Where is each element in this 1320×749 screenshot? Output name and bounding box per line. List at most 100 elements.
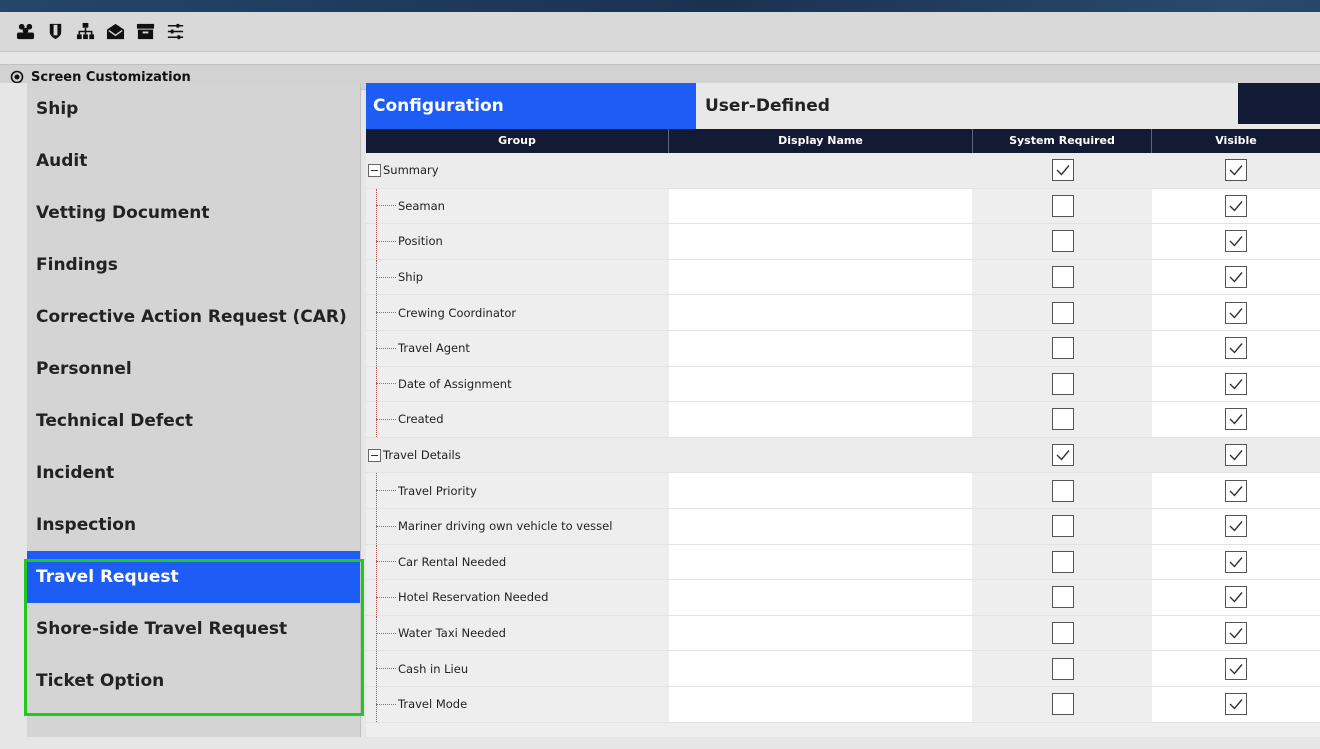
display-name-input[interactable] <box>669 259 972 295</box>
system-required-checkbox[interactable] <box>1051 194 1074 217</box>
system-required-checkbox[interactable] <box>1051 479 1074 502</box>
visible-checkbox[interactable] <box>1225 657 1247 680</box>
table-row[interactable]: Created <box>366 402 1320 438</box>
system-required-checkbox[interactable] <box>1051 230 1074 253</box>
visible-checkbox[interactable] <box>1225 550 1247 573</box>
system-required-checkbox[interactable] <box>1051 444 1074 467</box>
display-name-input[interactable] <box>669 402 972 437</box>
table-row[interactable]: Position <box>366 224 1320 260</box>
display-name-input[interactable] <box>669 544 972 580</box>
table-row[interactable]: Travel Mode <box>366 686 1320 723</box>
group-row[interactable]: Travel Details <box>366 437 1320 474</box>
tree-connector <box>376 205 396 207</box>
sidebar-item-ship[interactable]: Ship <box>27 83 360 135</box>
visible-checkbox[interactable] <box>1225 622 1247 645</box>
table-row[interactable]: Mariner driving own vehicle to vessel <box>366 508 1320 545</box>
row-label: Car Rental Needed <box>398 554 507 569</box>
display-name-input[interactable] <box>669 330 972 366</box>
table-row[interactable]: Seaman <box>366 188 1320 225</box>
sidebar-item-travel-request[interactable]: Travel Request <box>27 551 360 603</box>
table-row[interactable]: Cash in Lieu <box>366 651 1320 687</box>
visible-checkbox[interactable] <box>1225 337 1247 360</box>
display-name-input[interactable] <box>669 188 972 224</box>
group-row[interactable]: Summary <box>366 153 1320 189</box>
visible-checkbox[interactable] <box>1225 693 1247 716</box>
envelope-open-icon[interactable] <box>106 22 125 41</box>
table-row[interactable]: Date of Assignment <box>366 366 1320 403</box>
display-name-input[interactable] <box>669 686 972 722</box>
visible-checkbox[interactable] <box>1225 586 1247 609</box>
column-header-system-required[interactable]: System Required <box>973 129 1152 153</box>
display-name-input[interactable] <box>669 473 972 508</box>
sidebar-item-technical-defect[interactable]: Technical Defect <box>27 395 360 447</box>
system-required-checkbox[interactable] <box>1051 586 1074 609</box>
sidebar-item-shore-side-travel-request[interactable]: Shore-side Travel Request <box>27 603 360 655</box>
table-row[interactable]: Hotel Reservation Needed <box>366 580 1320 616</box>
display-name-input[interactable] <box>669 295 972 330</box>
display-name-input[interactable] <box>669 508 972 544</box>
visible-checkbox[interactable] <box>1225 301 1247 324</box>
sidebar-item-vetting-document[interactable]: Vetting Document <box>27 187 360 239</box>
system-required-checkbox[interactable] <box>1051 372 1074 395</box>
display-name-input[interactable] <box>669 366 972 402</box>
display-name-input <box>669 153 972 188</box>
system-required-checkbox[interactable] <box>1051 550 1074 573</box>
column-header-display-name[interactable]: Display Name <box>669 129 973 153</box>
visible-checkbox[interactable] <box>1225 479 1247 502</box>
users-icon[interactable] <box>16 22 35 41</box>
sidebar-item-personnel[interactable]: Personnel <box>27 343 360 395</box>
visible-checkbox[interactable] <box>1225 444 1247 467</box>
sidebar-item-incident[interactable]: Incident <box>27 447 360 499</box>
visible-checkbox[interactable] <box>1225 372 1247 395</box>
sidebar-item-inspection[interactable]: Inspection <box>27 499 360 551</box>
system-required-checkbox[interactable] <box>1051 337 1074 360</box>
tree-connector <box>376 490 396 492</box>
tree-connector <box>376 668 396 670</box>
sidebar-item-corrective-action-request-car[interactable]: Corrective Action Request (CAR) <box>27 291 360 343</box>
system-required-checkbox[interactable] <box>1051 301 1074 324</box>
display-name-input[interactable] <box>669 651 972 686</box>
table-row[interactable]: Car Rental Needed <box>366 544 1320 581</box>
collapse-minus-icon[interactable] <box>368 163 381 177</box>
collapse-minus-icon[interactable] <box>368 448 381 462</box>
shield-icon[interactable] <box>46 22 65 41</box>
table-row[interactable]: Travel Agent <box>366 330 1320 367</box>
system-required-checkbox[interactable] <box>1051 693 1074 716</box>
visible-checkbox[interactable] <box>1225 515 1247 538</box>
group-cell: Summary <box>366 153 669 188</box>
visible-checkbox[interactable] <box>1225 159 1247 182</box>
display-name-input[interactable] <box>669 224 972 259</box>
tree-line <box>376 580 377 615</box>
visible-checkbox[interactable] <box>1225 408 1247 431</box>
row-label: Mariner driving own vehicle to vessel <box>398 519 613 534</box>
table-row[interactable]: Ship <box>366 259 1320 296</box>
table-row[interactable]: Travel Priority <box>366 473 1320 509</box>
row-label: Crewing Coordinator <box>398 305 517 320</box>
toolbar <box>0 12 1320 52</box>
tab-user-defined[interactable]: User-Defined <box>696 83 996 129</box>
tab-configuration[interactable]: Configuration <box>366 83 696 129</box>
system-required-checkbox[interactable] <box>1051 408 1074 431</box>
sidebar-item-ticket-option[interactable]: Ticket Option <box>27 655 360 707</box>
system-required-checkbox[interactable] <box>1051 622 1074 645</box>
sidebar-item-findings[interactable]: Findings <box>27 239 360 291</box>
tree-line <box>376 224 377 259</box>
visible-checkbox[interactable] <box>1225 194 1247 217</box>
column-header-group[interactable]: Group <box>366 129 669 153</box>
sitemap-icon[interactable] <box>76 22 95 41</box>
sidebar-item-audit[interactable]: Audit <box>27 135 360 187</box>
sliders-icon[interactable] <box>166 22 185 41</box>
visible-checkbox[interactable] <box>1225 266 1247 289</box>
display-name-input[interactable] <box>669 580 972 615</box>
visible-checkbox[interactable] <box>1225 230 1247 253</box>
system-required-checkbox[interactable] <box>1051 515 1074 538</box>
system-required-checkbox[interactable] <box>1051 266 1074 289</box>
column-header-visible[interactable]: Visible <box>1152 129 1320 153</box>
display-name-input[interactable] <box>669 615 972 651</box>
row-label: Cash in Lieu <box>398 661 469 676</box>
table-row[interactable]: Crewing Coordinator <box>366 295 1320 331</box>
archive-icon[interactable] <box>136 22 155 41</box>
system-required-checkbox[interactable] <box>1051 159 1074 182</box>
table-row[interactable]: Water Taxi Needed <box>366 615 1320 652</box>
system-required-checkbox[interactable] <box>1051 657 1074 680</box>
